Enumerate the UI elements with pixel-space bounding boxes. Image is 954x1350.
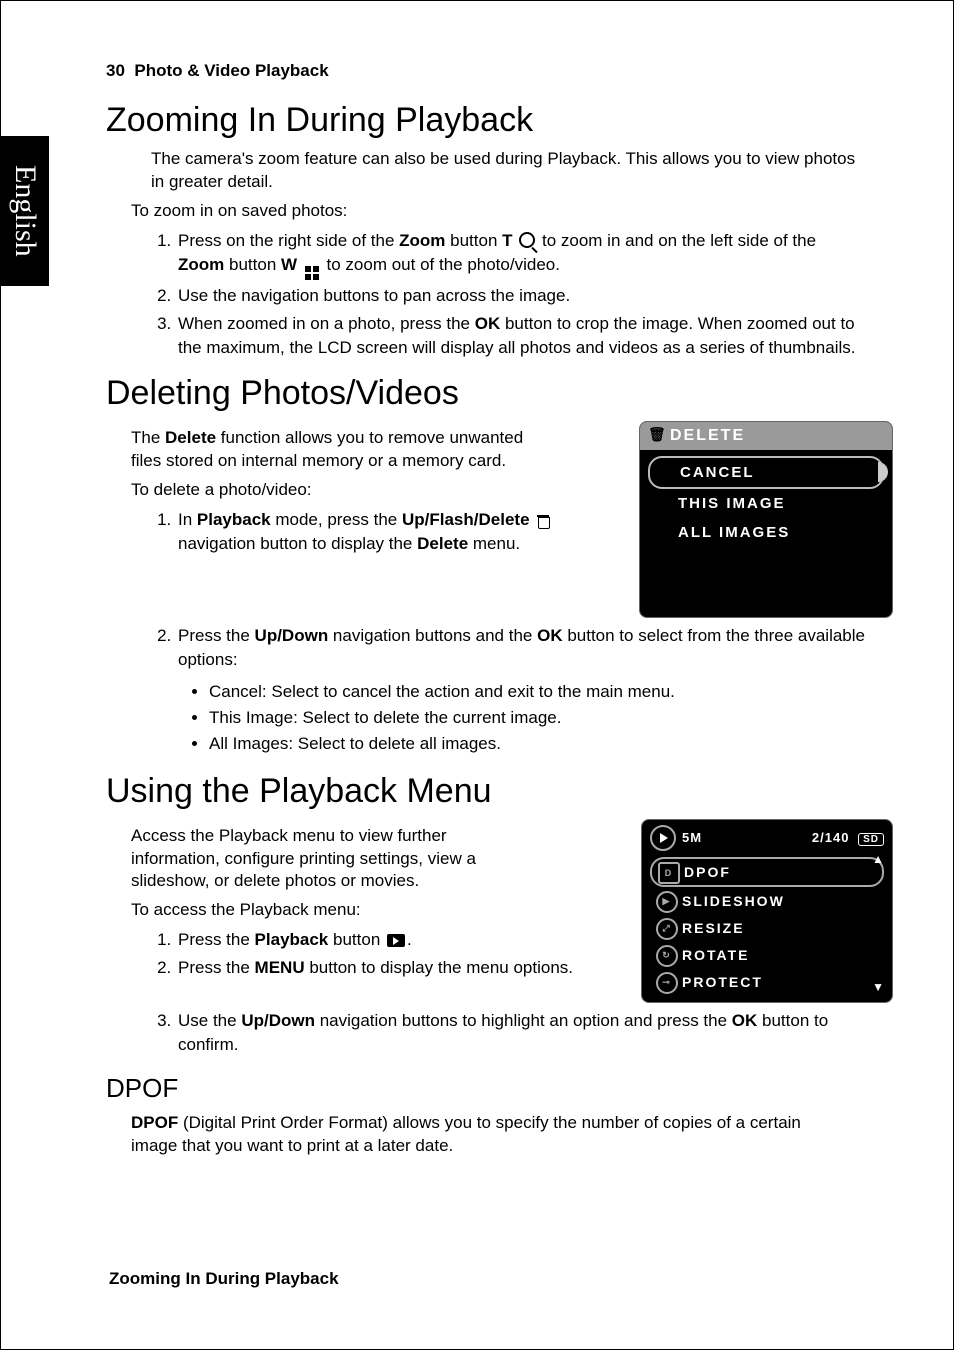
play-mode-icon [650,825,676,851]
manual-page: English 30 Photo & Video Playback Zoomin… [0,0,954,1350]
heading-playback-menu: Using the Playback Menu [106,772,899,811]
delete-opt-all: All Images: Select to delete all images. [209,731,899,757]
zoom-intro: The camera's zoom feature can also be us… [151,148,871,194]
pbmenu-steps-a: Press the Playback button . Press the ME… [146,928,576,980]
pbmenu-step-3: Use the Up/Down navigation buttons to hi… [176,1009,866,1057]
resize-icon: ⤢ [656,918,678,940]
heading-delete: Deleting Photos/Videos [106,374,899,413]
delete-opt-this: This Image: Select to delete the current… [209,705,899,731]
zoom-lead: To zoom in on saved photos: [131,200,899,223]
pbmenu-steps-b: Use the Up/Down navigation buttons to hi… [146,1009,866,1057]
delete-menu-title: 🗑 DELETE [640,422,892,450]
sd-badge: SD [858,833,884,846]
delete-options: Cancel: Select to cancel the action and … [179,679,899,758]
playback-icon [387,934,405,947]
playback-menu-screenshot: 5M 2/140 SD DDPOF ▶SLIDESHOW ⤢RESIZE ↻RO… [641,819,893,1003]
rotate-icon: ↻ [656,945,678,967]
delete-step-1: In Playback mode, press the Up/Flash/Del… [176,508,576,556]
pbmenu-step-1: Press the Playback button . [176,928,576,952]
zoom-step-3: When zoomed in on a photo, press the OK … [176,312,866,360]
delete-menu-item-cancel: CANCEL [648,456,884,489]
delete-steps-b: Press the Up/Down navigation buttons and… [146,624,866,672]
magnifier-icon [519,232,535,248]
trash-icon [536,513,550,527]
pbmenu-item-resize: ⤢RESIZE [650,915,884,941]
zoom-step-1: Press on the right side of the Zoom butt… [176,229,866,280]
pbmenu-step-2: Press the MENU button to display the men… [176,956,576,980]
dpof-body: DPOF (Digital Print Order Format) allows… [131,1112,821,1158]
pbmenu-intro: Access the Playback menu to view further… [131,825,531,894]
running-foot: Zooming In During Playback [109,1269,339,1289]
pbmenu-lead: To access the Playback menu: [131,899,621,922]
resolution-badge: 5M [682,830,702,845]
running-head: 30 Photo & Video Playback [106,61,899,81]
pbmenu-item-dpof: DDPOF [650,857,884,887]
heading-dpof: DPOF [106,1073,899,1104]
delete-lead: To delete a photo/video: [131,479,619,502]
delete-intro: The Delete function allows you to remove… [131,427,531,473]
slideshow-icon: ▶ [656,891,678,913]
delete-opt-cancel: Cancel: Select to cancel the action and … [209,679,899,705]
delete-menu-item-all: ALL IMAGES [648,518,884,547]
scroll-up-icon: ▲ [872,852,884,866]
pbmenu-item-protect: ⊸PROTECT [650,969,884,995]
image-counter: 2/140 [812,830,850,845]
protect-icon: ⊸ [656,972,678,994]
language-label: English [8,165,42,257]
delete-menu-screenshot: 🗑 DELETE CANCEL THIS IMAGE ALL IMAGES [639,421,893,618]
scroll-down-icon: ▼ [872,980,884,994]
trash-icon: 🗑 [648,426,668,443]
pbmenu-item-rotate: ↻ROTATE [650,942,884,968]
playback-status-bar: 5M 2/140 SD [642,820,892,856]
language-tab: English [1,136,49,286]
delete-menu-item-this: THIS IMAGE [648,489,884,518]
heading-zoom: Zooming In During Playback [106,101,899,140]
delete-step-2: Press the Up/Down navigation buttons and… [176,624,866,672]
dpof-icon: D [658,862,680,884]
zoom-step-2: Use the navigation buttons to pan across… [176,284,866,308]
zoom-steps: Press on the right side of the Zoom butt… [146,229,866,361]
thumbnails-icon [305,266,319,280]
delete-steps-a: In Playback mode, press the Up/Flash/Del… [146,508,576,556]
pbmenu-item-slideshow: ▶SLIDESHOW [650,888,884,914]
